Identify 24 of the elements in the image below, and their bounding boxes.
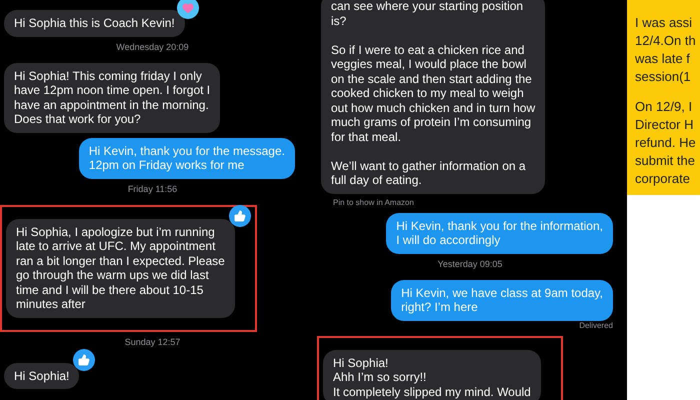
message-bubble: Hi Kevin, thank you for the information, I will do accordingly — [386, 212, 613, 254]
timestamp: Sunday 12:57 — [124, 336, 180, 348]
pin-note: Pin to show in Amazon — [333, 198, 414, 208]
card-text-line: submit the — [635, 152, 696, 170]
timestamp: Yesterday 09:05 — [438, 258, 502, 270]
card-text-line: corporate — [635, 170, 691, 188]
message-bubble: Hi Sophia! Ahh I’m so sorry!! It completely slipped my mind. Would — [323, 350, 541, 400]
message-bubble: Hi Sophia! — [4, 362, 80, 389]
card-text-line: refund. He — [635, 134, 697, 152]
message-bubble: Hi Kevin, we have class at 9am today, right? I’m here — [391, 280, 613, 320]
card-text-line: session(1 — [635, 68, 692, 86]
timestamp: Wednesday 20:09 — [116, 42, 189, 52]
card-text-line: I was assi — [635, 14, 694, 32]
message-bubble: Hi Sophia, I apologize but i’m running late to arrive at UFC. My appointment ran a bit longer than I expected. Please go through the warm ups we did last time and I will be there about 10-15 minutes after — [6, 218, 235, 318]
message-bubble: Hi Kevin, thank you for the message. 12pm on Friday works for me — [78, 138, 295, 178]
card-text-line: Director H — [635, 116, 695, 134]
delivered-status: Delivered — [579, 320, 613, 330]
card-text-line: On 12/9, I — [635, 98, 694, 116]
card-text-line: was late f — [635, 50, 691, 68]
message-bubble: Hi Sophia! This coming friday I only have 12pm noon time open. I forgot I have an appointment in the morning. Does that work for you? — [4, 62, 220, 132]
message-bubble: can see where your starting position is? So if I were to eat a chicken rice and veggies meal, I would place the bowl on the scale and then start adding the cooked chicken to my meal to weigh out how much chicken and in turn how much grams of protein I’m consuming for that meal. We’ll want to gather information on a full day of eating. — [321, 0, 546, 194]
message-bubble: Hi Sophia this is Coach Kevin! — [4, 10, 185, 36]
timestamp: Friday 11:56 — [128, 184, 178, 194]
card-text-line: 12/4.On th — [635, 32, 697, 50]
